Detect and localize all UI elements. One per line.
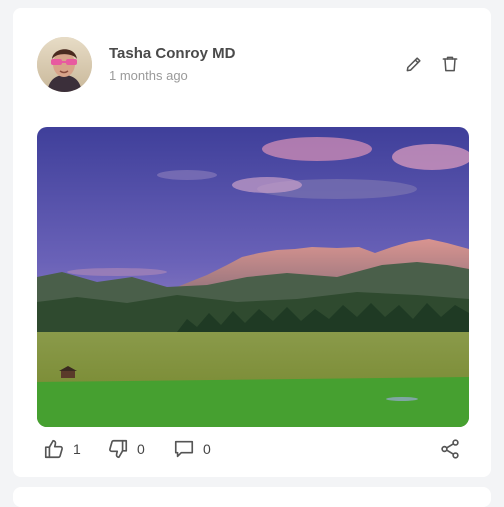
post-card: Tasha Conroy MD 1 months ago 1 0 0 <box>13 8 491 477</box>
edit-button[interactable] <box>402 52 426 76</box>
share-button[interactable] <box>439 437 461 461</box>
comment-button[interactable]: 0 <box>173 437 211 461</box>
comment-count: 0 <box>203 441 211 457</box>
delete-button[interactable] <box>438 52 462 76</box>
next-post-card <box>13 487 491 507</box>
post-timestamp: 1 months ago <box>109 68 188 83</box>
like-count: 1 <box>73 441 81 457</box>
thumbs-down-icon <box>109 439 128 459</box>
trash-icon <box>442 56 458 72</box>
avatar[interactable] <box>37 37 92 92</box>
post-image[interactable] <box>37 127 469 427</box>
pencil-icon <box>406 57 421 72</box>
thumbs-up-icon <box>44 439 63 459</box>
share-icon <box>441 439 459 459</box>
comment-icon <box>174 440 194 458</box>
dislike-count: 0 <box>137 441 145 457</box>
dislike-button[interactable]: 0 <box>107 437 145 461</box>
author-name[interactable]: Tasha Conroy MD <box>109 45 235 62</box>
post-actions: 1 0 0 <box>43 437 463 461</box>
like-button[interactable]: 1 <box>43 437 81 461</box>
